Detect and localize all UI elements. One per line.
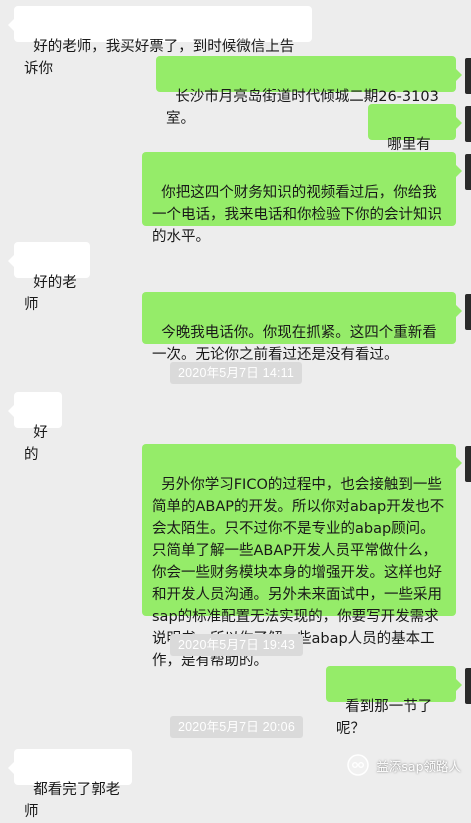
chat-message-sent[interactable]: 另外你学习FICO的过程中，也会接触到一些简单的ABAP的开发。所以你对abap… xyxy=(142,444,462,669)
message-text: 都看完了郭老师 xyxy=(24,782,121,820)
message-text: 今晚我电话你。你现在抓紧。这四个重新看一次。无论你之前看过还是没有看过。 xyxy=(152,325,437,363)
message-text: 你把这四个财务知识的视频看过后，你给我一个电话，我来电话和你检验下你的会计知识的… xyxy=(152,185,442,245)
watermark: 益添sap领路人 xyxy=(346,753,461,777)
chat-message-received[interactable]: 好的 xyxy=(8,392,62,463)
message-timestamp: 2020年5月7日 14:11 xyxy=(170,362,303,384)
message-text: 好的老师 xyxy=(24,275,77,313)
sender-avatar[interactable] xyxy=(465,294,471,330)
chat-message-sent[interactable]: 今晚我电话你。你现在抓紧。这四个重新看一次。无论你之前看过还是没有看过。 xyxy=(142,292,462,363)
sender-avatar[interactable] xyxy=(465,668,471,704)
chat-message-received[interactable]: 好的老师，我买好票了，到时候微信上告诉你 xyxy=(8,6,312,77)
sender-avatar[interactable] xyxy=(465,58,471,94)
sender-avatar[interactable] xyxy=(465,154,471,190)
timestamp-text: 2020年5月7日 20:06 xyxy=(178,720,295,734)
chat-message-sent[interactable]: 你把这四个财务知识的视频看过后，你给我一个电话，我来电话和你检验下你的会计知识的… xyxy=(142,152,462,245)
wechat-official-account-icon xyxy=(346,753,370,777)
message-text: 看到那一节了呢？ xyxy=(336,699,433,737)
chat-message-sent[interactable]: 哪里有人。 xyxy=(368,104,462,175)
sender-avatar[interactable] xyxy=(465,106,471,142)
chat-message-received[interactable]: 都看完了郭老师 xyxy=(8,749,132,820)
message-timestamp: 2020年5月7日 20:06 xyxy=(170,716,303,738)
watermark-text: 益添sap领路人 xyxy=(376,758,461,774)
timestamp-text: 2020年5月7日 19:43 xyxy=(178,638,295,652)
timestamp-text: 2020年5月7日 14:11 xyxy=(178,366,295,380)
chat-message-sent[interactable]: 长沙市月亮岛街道时代倾城二期26-3103室。 xyxy=(156,56,462,127)
chat-message-received[interactable]: 好的老师 xyxy=(8,242,90,313)
message-timestamp: 2020年5月7日 19:43 xyxy=(170,634,303,656)
chat-message-sent[interactable]: 看到那一节了呢？ xyxy=(326,666,462,737)
message-text: 好的 xyxy=(24,425,48,463)
sender-avatar[interactable] xyxy=(465,446,471,482)
